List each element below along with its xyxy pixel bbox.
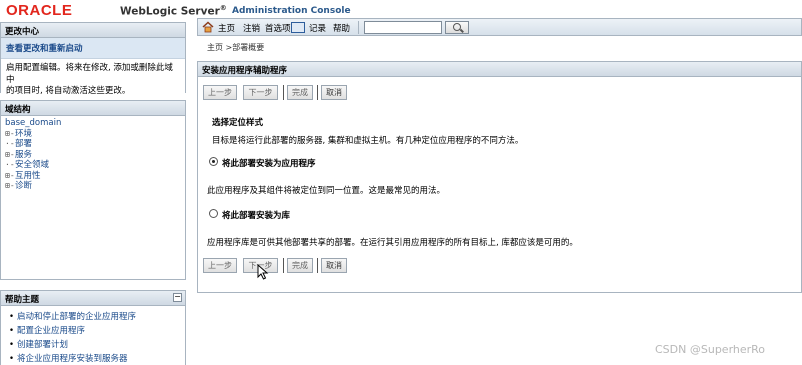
domain-structure-panel: 域结构 base_domain ⊞-环境 ·-部署 ⊞-服务 ·-安全领域 ⊞-… (0, 100, 186, 280)
back-button-bottom[interactable]: 上一步 (203, 258, 237, 273)
cancel-button-top[interactable]: 取消 (321, 85, 347, 100)
button-divider (317, 85, 318, 100)
view-changes-link[interactable]: 查看更改和重新启动 (1, 38, 185, 59)
preferences-link[interactable]: 首选项 (265, 22, 291, 34)
option-library-desc: 应用程序库是可供其他部署共享的部署。在运行其引用应用程序的所有目标上, 库都应该… (207, 238, 578, 248)
home-icon[interactable] (202, 21, 214, 33)
tree-node-environment[interactable]: ⊞-环境 (5, 129, 181, 140)
home-link[interactable]: 主页 (218, 22, 235, 34)
radio-install-as-library[interactable] (209, 209, 218, 218)
finish-button-top[interactable]: 完成 (287, 85, 313, 100)
tree-root-base-domain[interactable]: base_domain (5, 118, 181, 129)
change-center-title: 更改中心 (1, 23, 185, 38)
help-topic-link[interactable]: 配置企业应用程序 (9, 324, 179, 338)
help-topic-link[interactable]: 创建部署计划 (9, 338, 179, 352)
button-divider (317, 258, 318, 273)
collapse-icon[interactable]: − (173, 293, 182, 302)
targeting-description: 目标是将运行此部署的服务器, 集群和虚拟主机。有几种定位应用程序的不同方法。 (212, 136, 524, 146)
assistant-title: 安装应用程序辅助程序 (198, 62, 801, 77)
logout-link[interactable]: 注销 (243, 22, 260, 34)
domain-tree: base_domain ⊞-环境 ·-部署 ⊞-服务 ·-安全领域 ⊞-互用性 … (1, 116, 185, 194)
tree-node-interoperability[interactable]: ⊞-互用性 (5, 171, 181, 182)
button-divider (283, 258, 284, 273)
record-link[interactable]: 记录 (309, 22, 326, 34)
section-title: 选择定位样式 (212, 118, 264, 128)
cancel-button-bottom[interactable]: 取消 (321, 258, 347, 273)
change-center-text: 启用配置编辑。将来在修改, 添加或删除此域中 的项目时, 将自动激活这些更改。 (1, 59, 185, 102)
help-topic-link[interactable]: 将企业应用程序安装到服务器 (9, 352, 179, 365)
domain-structure-title: 域结构 (1, 101, 185, 116)
option-application-label[interactable]: 将此部署安装为应用程序 (222, 157, 316, 169)
help-topic-link[interactable]: 启动和停止部署的企业应用程序 (9, 310, 179, 324)
app-header: ORACLE WebLogic Server® Administration C… (0, 0, 802, 20)
finish-button-bottom[interactable]: 完成 (287, 258, 313, 273)
help-topics-panel: 帮助主题− 启动和停止部署的企业应用程序 配置企业应用程序 创建部署计划 将企业… (0, 290, 186, 365)
record-icon[interactable] (291, 22, 305, 33)
tree-node-deployments[interactable]: ·-部署 (5, 139, 181, 150)
product-subtitle: Administration Console (232, 6, 351, 16)
breadcrumb[interactable]: 主页 >部署概要 (207, 42, 264, 53)
top-toolbar: 主页 注销 首选项 记录 帮助 (197, 18, 802, 36)
product-name: WebLogic Server® (120, 4, 227, 18)
mouse-cursor-icon (257, 264, 269, 280)
option-application-desc: 此应用程序及其组件将被定位到同一位置。这是最常见的用法。 (207, 186, 446, 196)
back-button-top[interactable]: 上一步 (203, 85, 237, 100)
help-topics-list: 启动和停止部署的企业应用程序 配置企业应用程序 创建部署计划 将企业应用程序安装… (1, 306, 185, 365)
next-button-top[interactable]: 下一步 (243, 85, 278, 100)
tree-node-services[interactable]: ⊞-服务 (5, 150, 181, 161)
install-assistant-panel: 安装应用程序辅助程序 上一步 下一步 完成 取消 选择定位样式 目标是将运行此部… (197, 61, 802, 293)
radio-install-as-application[interactable] (209, 157, 218, 166)
search-button[interactable] (445, 21, 469, 34)
tree-node-diagnostics[interactable]: ⊞-诊断 (5, 181, 181, 192)
button-divider (283, 85, 284, 100)
tree-node-security-realms[interactable]: ·-安全领域 (5, 160, 181, 171)
watermark: CSDN @SuperherRo (655, 343, 766, 356)
change-center-panel: 更改中心 查看更改和重新启动 启用配置编辑。将来在修改, 添加或删除此域中 的项… (0, 22, 186, 102)
help-topics-title: 帮助主题 − (1, 291, 185, 306)
search-input[interactable] (364, 21, 442, 34)
oracle-logo: ORACLE (6, 2, 73, 19)
toolbar-divider (358, 21, 359, 34)
help-link[interactable]: 帮助 (333, 22, 350, 34)
option-library-label[interactable]: 将此部署安装为库 (222, 209, 290, 221)
